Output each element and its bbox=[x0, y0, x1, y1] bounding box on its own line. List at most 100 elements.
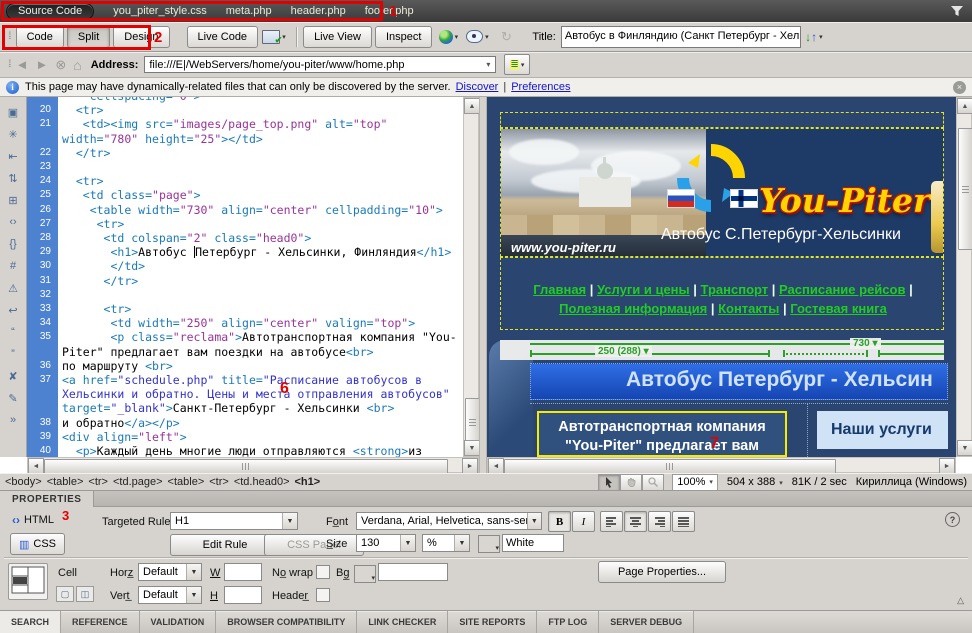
unit-dropdown[interactable]: %▼ bbox=[422, 534, 470, 552]
expand-all-icon[interactable]: ⊞ bbox=[0, 189, 26, 211]
properties-tab[interactable]: PROPERTIES bbox=[0, 491, 94, 507]
hand-tool[interactable] bbox=[620, 474, 642, 491]
inspect-button[interactable]: Inspect bbox=[375, 26, 432, 48]
css-panel-button[interactable]: CSS Panel bbox=[264, 534, 364, 556]
scroll-right-icon[interactable]: ► bbox=[939, 458, 955, 474]
apply-comment-icon[interactable]: ” bbox=[0, 343, 26, 365]
no-wrap-checkbox[interactable] bbox=[316, 565, 330, 579]
code-line[interactable]: 22 </tr> bbox=[27, 146, 463, 160]
preferences-link[interactable]: Preferences bbox=[511, 81, 570, 93]
code-line[interactable]: 32 bbox=[27, 288, 463, 302]
code-line[interactable]: 29 <h1>Автобус Петербург - Хельсинки, Фи… bbox=[27, 245, 463, 259]
html-mode-button[interactable]: ‹› HTML bbox=[12, 513, 54, 527]
page-properties-button[interactable]: Page Properties... bbox=[598, 561, 726, 583]
results-tab-reference[interactable]: REFERENCE bbox=[61, 611, 140, 633]
open-documents-icon[interactable]: ▣ bbox=[0, 101, 26, 123]
code-line[interactable]: 28 <td colspan="2" class="head0"> bbox=[27, 231, 463, 245]
code-line[interactable]: 24 <tr> bbox=[27, 174, 463, 188]
promo-box[interactable]: Автотранспортная компания "You-Piter" пр… bbox=[537, 411, 787, 457]
close-icon[interactable]: × bbox=[953, 81, 966, 94]
split-view-divider[interactable] bbox=[479, 97, 487, 473]
zoom-tool[interactable] bbox=[642, 474, 664, 491]
align-right-button[interactable] bbox=[648, 511, 671, 532]
table-width-label[interactable]: 730 ▾ bbox=[850, 338, 881, 349]
height-input[interactable] bbox=[224, 586, 262, 604]
related-file-tab[interactable]: you_piter_style.css bbox=[113, 5, 207, 17]
filter-icon[interactable] bbox=[950, 5, 964, 20]
text-color-swatch[interactable]: ▾ bbox=[478, 535, 500, 553]
menu-link[interactable]: Контакты bbox=[718, 301, 779, 316]
menu-link[interactable]: Главная bbox=[533, 282, 586, 297]
results-tab-ftp-log[interactable]: FTP LOG bbox=[537, 611, 599, 633]
discover-link[interactable]: Discover bbox=[456, 81, 499, 93]
table-width-bar[interactable]: 730 ▾ 250 (288) ▾ bbox=[500, 340, 944, 360]
browser-navigation-options-button[interactable]: ≣ ▾ bbox=[504, 54, 530, 75]
code-line[interactable]: 33 <tr> bbox=[27, 302, 463, 316]
scroll-right-icon[interactable]: ► bbox=[462, 458, 478, 474]
related-file-tab[interactable]: header.php bbox=[291, 5, 346, 17]
title-input[interactable]: Автобус в Финляндию (Санкт Петербург - Х… bbox=[561, 26, 801, 48]
services-box[interactable]: Наши услуги bbox=[817, 411, 948, 449]
word-wrap-icon[interactable]: ↩ bbox=[0, 299, 26, 321]
refresh-button[interactable]: ↻ bbox=[493, 26, 519, 48]
code-line[interactable]: 37<a href="schedule.php" title="Расписан… bbox=[27, 373, 463, 416]
scroll-down-icon[interactable]: ▼ bbox=[464, 440, 480, 456]
css-mode-button[interactable]: ▥ CSS bbox=[10, 533, 65, 555]
source-code-tab[interactable]: Source Code bbox=[6, 3, 94, 20]
code-navigator-icon[interactable]: ✳ bbox=[0, 123, 26, 145]
collapse-full-tag-icon[interactable]: ⇤ bbox=[0, 145, 26, 167]
design-hscroll-thumb[interactable] bbox=[504, 459, 836, 474]
toolbar-grip-icon[interactable]: ⁞⁞ bbox=[8, 31, 10, 42]
menu-link[interactable]: Расписание рейсов bbox=[779, 282, 905, 297]
code-line[interactable]: 34 <td width="250" align="center" valign… bbox=[27, 316, 463, 330]
menu-link[interactable]: Услуги и цены bbox=[597, 282, 690, 297]
scroll-up-icon[interactable]: ▲ bbox=[957, 98, 972, 114]
format-source-code-icon[interactable]: ✎ bbox=[0, 387, 26, 409]
syntax-error-alerts-icon[interactable]: “ bbox=[0, 321, 26, 343]
collapse-panel-icon[interactable]: △ bbox=[957, 595, 964, 606]
home-icon[interactable]: ⌂ bbox=[73, 57, 81, 73]
split-cell-icon[interactable]: ◫ bbox=[76, 586, 94, 602]
bg-color-input[interactable] bbox=[378, 563, 448, 581]
scroll-left-icon[interactable]: ◄ bbox=[28, 458, 44, 474]
live-view-button[interactable]: Live View bbox=[303, 26, 372, 48]
scroll-left-icon[interactable]: ◄ bbox=[488, 458, 504, 474]
code-view-button[interactable]: Code bbox=[16, 26, 64, 48]
results-tab-browser-compatibility[interactable]: BROWSER COMPATIBILITY bbox=[216, 611, 357, 633]
main-menu-zone[interactable]: Главная | Услуги и цены | Транспорт | Ра… bbox=[500, 257, 944, 330]
tag-selector-item[interactable]: <td.head0> bbox=[234, 476, 290, 488]
collapse-selection-icon[interactable]: ⇅ bbox=[0, 167, 26, 189]
code-vscroll-thumb[interactable] bbox=[465, 398, 480, 446]
targeted-rule-dropdown[interactable]: H1▼ bbox=[170, 512, 298, 530]
code-line[interactable]: 23 bbox=[27, 160, 463, 174]
code-line[interactable]: 30 </td> bbox=[27, 259, 463, 273]
design-view[interactable]: You-Piter Автобус С.Петербург-Хельсинки … bbox=[487, 97, 956, 457]
code-line[interactable]: 40 <p>Каждый день многие люди отправляют… bbox=[27, 444, 463, 457]
code-line[interactable]: 35 <p class="reclama">Автотранспортная к… bbox=[27, 330, 463, 358]
code-line[interactable]: 27 <tr> bbox=[27, 217, 463, 231]
code-hscroll-thumb[interactable] bbox=[44, 459, 448, 474]
code-line[interactable]: 21 <td><img src="images/page_top.png" al… bbox=[27, 117, 463, 145]
code-line[interactable]: 20 <tr> bbox=[27, 103, 463, 117]
site-banner[interactable]: You-Piter Автобус С.Петербург-Хельсинки … bbox=[500, 128, 944, 257]
back-icon[interactable]: ◄ bbox=[16, 57, 29, 72]
align-center-button[interactable] bbox=[624, 511, 647, 532]
highlight-invalid-code-icon[interactable]: ⚠ bbox=[0, 277, 26, 299]
font-dropdown[interactable]: Verdana, Arial, Helvetica, sans-serif▼ bbox=[356, 512, 542, 530]
tag-selector-item[interactable]: <td.page> bbox=[113, 476, 163, 488]
menu-link[interactable]: Полезная информация bbox=[559, 301, 707, 316]
tag-selector-item[interactable]: <tr> bbox=[88, 476, 108, 488]
page-heading-bar[interactable]: Автобус Петербург - Хельсин bbox=[530, 363, 948, 400]
code-line[interactable]: 39<div align="left"> bbox=[27, 430, 463, 444]
code-line[interactable]: 26 <table width="730" align="center" cel… bbox=[27, 203, 463, 217]
tag-selector-item[interactable]: <table> bbox=[168, 476, 205, 488]
preview-in-browser-button[interactable]: ▾ bbox=[435, 26, 461, 48]
code-horizontal-scrollbar[interactable]: ◄ ► bbox=[27, 457, 479, 473]
menu-link[interactable]: Гостевая книга bbox=[790, 301, 887, 316]
code-view[interactable]: cellspacing="0">20 <tr>21 <td><img src="… bbox=[27, 97, 463, 457]
select-parent-tag-icon[interactable]: ‹› bbox=[0, 211, 26, 233]
results-tab-site-reports[interactable]: SITE REPORTS bbox=[448, 611, 537, 633]
live-code-button[interactable]: Live Code bbox=[187, 26, 259, 48]
design-vertical-scrollbar[interactable]: ▲ ▼ bbox=[956, 97, 972, 457]
justify-button[interactable] bbox=[672, 511, 695, 532]
